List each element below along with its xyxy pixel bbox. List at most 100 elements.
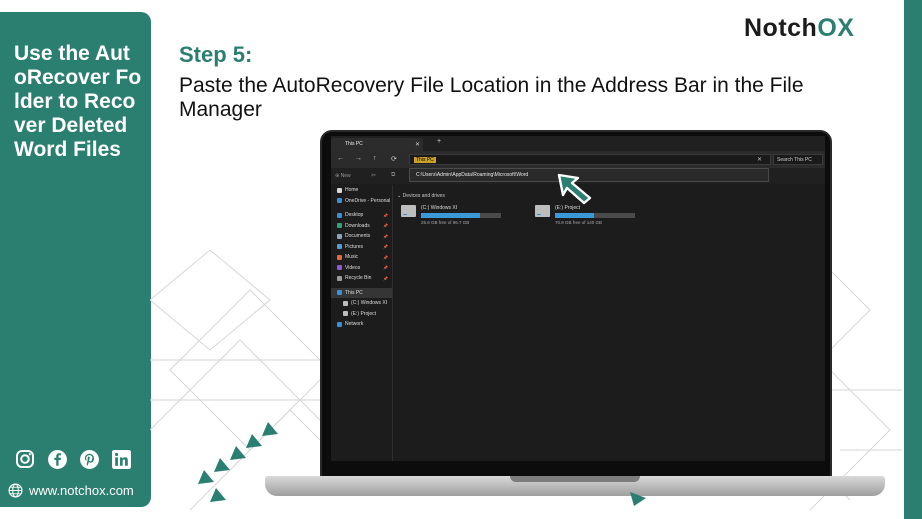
nav-item-label: Videos (345, 264, 361, 271)
group-heading[interactable]: ⌄ Devices and drives (397, 193, 822, 199)
folder-icon (337, 198, 342, 204)
drive-icon (535, 205, 550, 217)
nav-item[interactable]: OneDrive - Personal (331, 196, 392, 207)
instagram-icon[interactable] (14, 448, 36, 470)
nav-item[interactable]: Recycle Bin 📌 (331, 273, 392, 284)
nav-item-label: (C:) Windows XI (351, 300, 388, 307)
pin-icon: 📌 (383, 265, 388, 271)
right-accent-strip (904, 0, 922, 519)
nav-item[interactable]: (C:) Windows XI (331, 298, 392, 309)
drive-info: (C:) Windows XI 25.6 GB free of 96.7 GB (421, 205, 501, 225)
group-heading-label: Devices and drives (402, 193, 445, 199)
new-label: New (340, 173, 351, 179)
navigation-pane: Home OneDrive - Personal Desktop 📌 Downloads… (331, 185, 393, 461)
folder-icon (337, 244, 342, 250)
address-bar[interactable]: This PC (409, 154, 771, 165)
nav-item-label: Home (345, 187, 359, 194)
nav-item-label: This PC (345, 289, 363, 296)
drive-usage-bar (421, 213, 501, 218)
nav-item[interactable]: Desktop 📌 (331, 210, 392, 221)
content-pane: ⌄ Devices and drives (C:) Windows XI 25.6… (397, 193, 822, 225)
sidebar-title: Use the AutoRecover Folder to Recover De… (14, 42, 142, 161)
nav-item-label: OneDrive - Personal (345, 197, 391, 204)
folder-icon (343, 300, 348, 306)
address-clear-icon[interactable]: ✕ (757, 156, 762, 163)
pin-icon: 📌 (383, 254, 388, 260)
facebook-icon[interactable] (46, 448, 68, 470)
nav-item-label: Documents (345, 233, 371, 240)
refresh-icon[interactable]: ⟳ (391, 155, 397, 163)
nav-item[interactable]: Network (331, 319, 392, 330)
nav-item-label: (E:) Project (351, 310, 377, 317)
pin-icon: 📌 (383, 244, 388, 250)
nav-item-label: Recycle Bin (345, 275, 372, 282)
logo-text: Notch (744, 14, 818, 42)
address-selected-text: This PC (414, 157, 436, 163)
nav-item[interactable]: (E:) Project (331, 309, 392, 320)
new-button[interactable]: ⊕ New (335, 173, 351, 179)
drive-free-space: 25.6 GB free of 96.7 GB (421, 220, 470, 225)
cut-icon[interactable]: ✂ (371, 172, 376, 179)
new-tab-icon[interactable]: + (437, 138, 441, 145)
nav-item-label: Network (345, 321, 364, 328)
drive-name: (C:) Windows XI (421, 205, 458, 211)
slide: Use the AutoRecover Folder to Recover De… (0, 0, 922, 519)
folder-icon (337, 265, 342, 271)
nav-item[interactable]: Music 📌 (331, 252, 392, 263)
step-heading: Step 5: (179, 42, 253, 67)
nav-item-label: Downloads (345, 222, 370, 229)
nav-item[interactable]: Downloads 📌 (331, 221, 392, 232)
sidebar-panel: Use the AutoRecover Folder to Recover De… (0, 12, 151, 507)
drive-usage-bar (555, 213, 635, 218)
drive-info: (E:) Project 70.8 GB free of 140 GB (555, 205, 635, 225)
website-text: www.notchox.com (29, 483, 134, 498)
laptop-base-notch (510, 476, 640, 482)
drive-item[interactable]: (E:) Project 70.8 GB free of 140 GB (535, 205, 635, 225)
brand-logo: NotchOX (744, 14, 854, 43)
up-arrow-icon[interactable]: ↑ (373, 155, 377, 162)
drive-usage-fill (421, 213, 481, 218)
copy-icon[interactable]: ⧉ (391, 172, 395, 179)
nav-item-label: Music (345, 254, 359, 261)
pin-icon: 📌 (383, 233, 388, 239)
drives-list: (C:) Windows XI 25.6 GB free of 96.7 GB (E… (401, 205, 822, 225)
nav-item-label: Pictures (345, 243, 364, 250)
tab-bar: This PC ✕ + (331, 136, 825, 151)
nav-item[interactable]: Home (331, 185, 392, 196)
nav-item[interactable]: Pictures 📌 (331, 242, 392, 253)
logo-x: OX (817, 14, 855, 42)
globe-icon (8, 483, 23, 498)
drive-usage-fill (555, 213, 595, 218)
navigation-row: ← → ↑ ⟳ This PC ✕ Search This PC (331, 151, 825, 168)
linkedin-icon[interactable] (110, 448, 132, 470)
folder-icon (337, 321, 342, 327)
forward-arrow-icon[interactable]: → (355, 155, 362, 162)
nav-item[interactable]: Videos 📌 (331, 263, 392, 274)
nav-item[interactable]: Documents 📌 (331, 231, 392, 242)
drive-free-space: 70.8 GB free of 140 GB (555, 220, 603, 225)
folder-icon (337, 187, 342, 193)
folder-icon (337, 223, 342, 229)
website-link[interactable]: www.notchox.com (8, 483, 134, 498)
pinterest-icon[interactable] (78, 448, 100, 470)
social-links (14, 448, 132, 470)
step-description: Paste the AutoRecovery File Location in … (179, 74, 804, 121)
folder-icon (337, 275, 342, 281)
drive-item[interactable]: (C:) Windows XI 25.6 GB free of 96.7 GB (401, 205, 501, 225)
back-arrow-icon[interactable]: ← (337, 155, 344, 162)
drive-icon (401, 205, 416, 217)
search-box[interactable]: Search This PC (773, 154, 823, 165)
tab-this-pc[interactable]: This PC ✕ (331, 138, 423, 151)
pin-icon: 📌 (383, 212, 388, 218)
pointer-arrow-icon (557, 173, 592, 205)
folder-icon (337, 254, 342, 260)
folder-icon (337, 233, 342, 239)
nav-item-label: Desktop (345, 212, 364, 219)
folder-icon (343, 311, 348, 317)
tab-close-icon[interactable]: ✕ (415, 141, 420, 148)
folder-icon (337, 212, 342, 218)
tab-label: This PC (345, 141, 363, 147)
pin-icon: 📌 (383, 275, 388, 281)
nav-item[interactable]: This PC (331, 287, 392, 298)
decorative-triangles (198, 422, 278, 502)
